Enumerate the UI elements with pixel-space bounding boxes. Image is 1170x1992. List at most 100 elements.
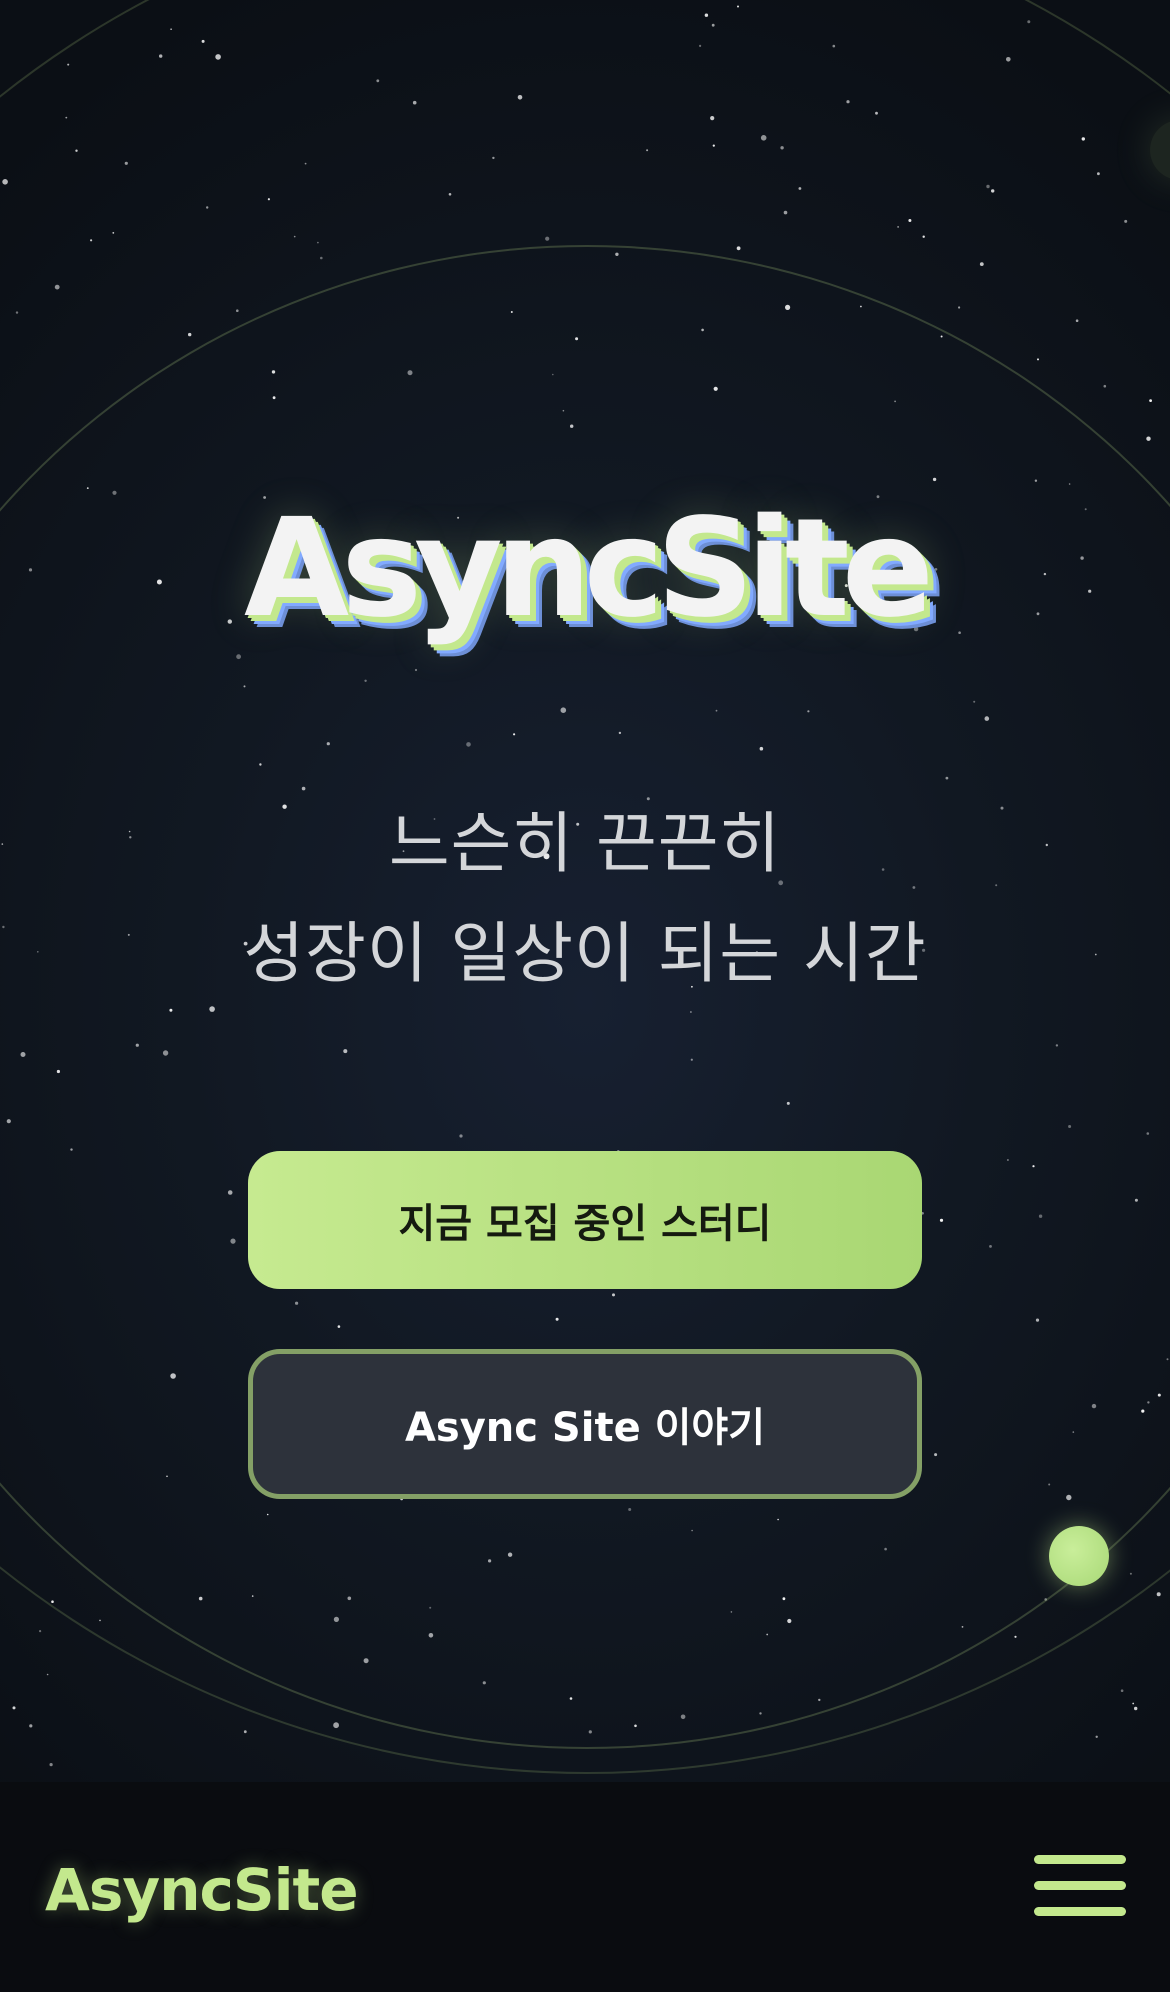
star <box>588 1730 592 1734</box>
star <box>615 252 619 256</box>
star <box>1146 436 1151 441</box>
star <box>575 337 579 341</box>
star <box>646 149 649 152</box>
star <box>293 235 296 238</box>
star <box>777 1518 779 1521</box>
orbiting-planet <box>1049 1526 1109 1586</box>
recruiting-studies-button[interactable]: 지금 모집 중인 스터디 <box>248 1151 922 1289</box>
star <box>466 742 471 747</box>
star <box>65 116 68 119</box>
star <box>715 709 718 712</box>
star <box>711 23 715 27</box>
star <box>984 716 990 721</box>
star <box>29 1724 33 1728</box>
star <box>1103 384 1107 388</box>
star <box>908 219 912 222</box>
star <box>90 239 93 242</box>
star <box>70 1148 73 1151</box>
star <box>159 54 163 58</box>
star <box>832 44 836 48</box>
star <box>1124 219 1128 223</box>
star <box>209 1006 215 1012</box>
star <box>787 1618 792 1624</box>
star <box>912 886 916 889</box>
star <box>39 1630 42 1633</box>
star <box>56 1069 61 1074</box>
star <box>295 1301 299 1305</box>
star <box>555 1317 559 1321</box>
star <box>766 1633 769 1636</box>
star <box>1166 1358 1169 1361</box>
star <box>15 311 19 314</box>
star <box>482 1681 486 1685</box>
star <box>1134 1198 1138 1202</box>
star <box>940 335 943 338</box>
star <box>894 400 896 403</box>
star <box>961 1626 964 1628</box>
star <box>2 179 8 185</box>
star <box>1120 1689 1124 1692</box>
star <box>1037 358 1039 361</box>
star <box>1006 57 1011 62</box>
star <box>513 733 516 736</box>
star <box>201 39 205 43</box>
star <box>634 1724 637 1728</box>
star <box>6 1119 11 1124</box>
star <box>215 54 221 60</box>
star <box>317 241 319 244</box>
star <box>1081 137 1086 141</box>
star <box>897 226 899 228</box>
star <box>20 1052 26 1057</box>
recruiting-studies-button-label: 지금 모집 중인 스터디 <box>398 1201 772 1247</box>
star <box>1035 1318 1040 1322</box>
star <box>1068 1125 1072 1128</box>
star <box>259 763 262 766</box>
star <box>227 1190 233 1195</box>
star <box>333 1616 339 1622</box>
star <box>1095 1735 1098 1739</box>
star <box>704 13 709 17</box>
star <box>759 746 764 751</box>
star <box>412 100 417 105</box>
starfield-background <box>1 5 1169 1767</box>
star <box>884 1547 887 1551</box>
star <box>691 1529 693 1532</box>
menu-line-bottom <box>1034 1907 1126 1916</box>
star <box>267 198 270 201</box>
star <box>939 1218 944 1222</box>
star <box>986 184 990 189</box>
star <box>760 135 767 141</box>
star <box>1044 1598 1047 1601</box>
star <box>1006 1159 1009 1161</box>
star <box>1032 1165 1035 1168</box>
star <box>112 232 115 234</box>
star <box>51 1600 54 1603</box>
footer-logo[interactable]: AsyncSite <box>45 1856 359 1924</box>
hamburger-menu-icon[interactable] <box>1034 1855 1126 1917</box>
async-site-story-button[interactable]: Async Site 이야기 <box>248 1349 922 1499</box>
star <box>272 396 276 400</box>
star <box>1157 1393 1161 1397</box>
star <box>1075 319 1079 323</box>
hero-tagline-line1: 느슨히 끈끈히 <box>388 805 782 882</box>
star <box>1149 399 1152 402</box>
star <box>448 193 452 196</box>
star <box>407 370 413 376</box>
star <box>236 309 239 313</box>
star <box>989 1245 992 1248</box>
star <box>271 370 276 374</box>
star <box>560 707 567 713</box>
star <box>1048 1483 1051 1486</box>
star <box>991 189 995 193</box>
star <box>343 1049 348 1054</box>
star <box>507 1552 513 1557</box>
star <box>251 1595 254 1597</box>
star <box>759 1712 762 1715</box>
star <box>1014 1635 1017 1638</box>
star <box>786 1101 790 1105</box>
star <box>1134 1706 1138 1711</box>
star <box>1156 1592 1161 1597</box>
star <box>846 100 850 104</box>
star <box>363 1658 369 1664</box>
star <box>1141 1409 1145 1413</box>
